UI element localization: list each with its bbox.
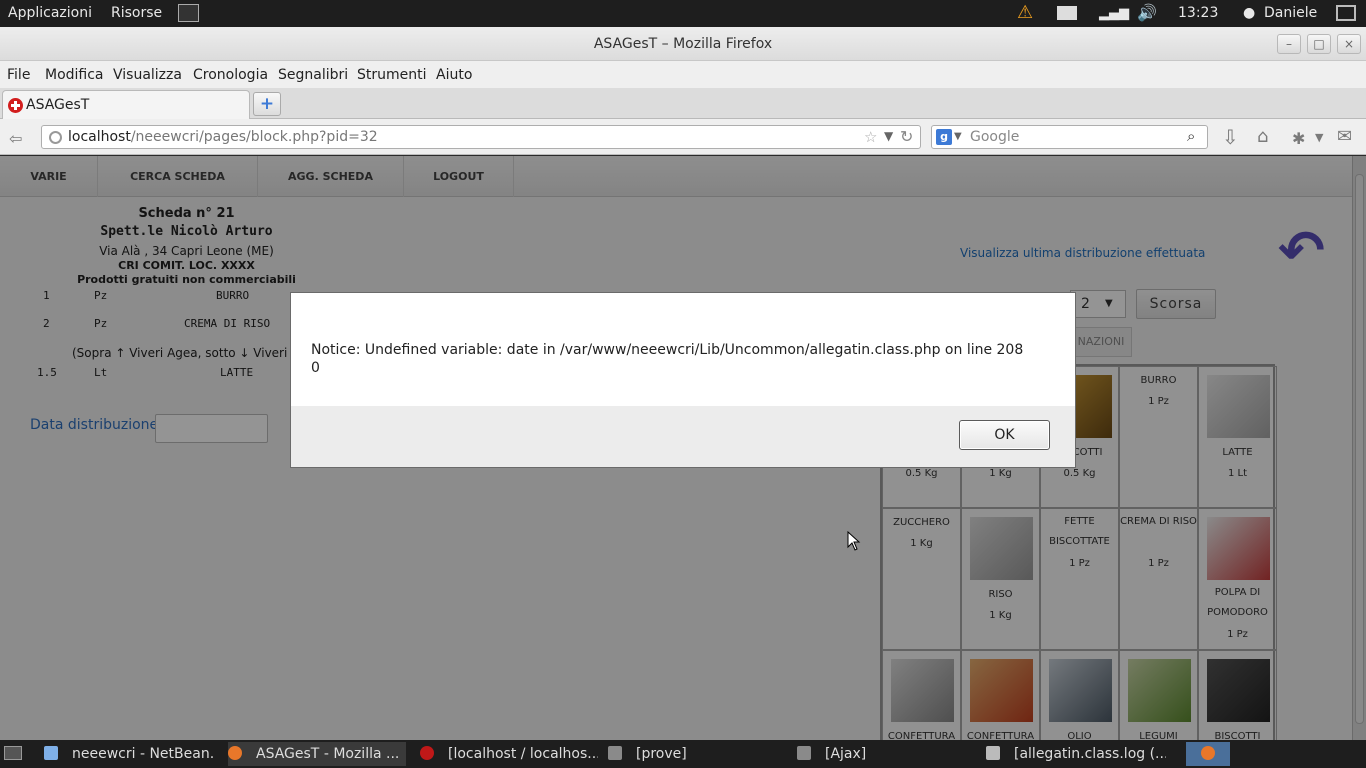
text-editor-icon (986, 746, 1000, 760)
user-icon: ● (1243, 5, 1256, 21)
url-text: localhost/neeewcri/pages/block.php?pid=3… (68, 129, 378, 145)
download-icon[interactable]: ⇩ (1222, 125, 1239, 149)
bookmark-star-icon[interactable]: ☆ (864, 128, 877, 146)
taskbar-firefox-launcher[interactable] (1186, 742, 1230, 766)
chevron-down-icon[interactable]: ▼ (1315, 131, 1323, 144)
menu-aiuto[interactable]: Aiuto (436, 67, 472, 83)
places-menu[interactable]: Risorse (111, 5, 162, 21)
volume-icon[interactable]: 🔊 (1137, 3, 1157, 22)
menu-cronologia[interactable]: Cronologia (193, 67, 268, 83)
folder-icon (797, 746, 811, 760)
addon-icon[interactable]: ✱ (1292, 129, 1305, 148)
menu-segnalibri[interactable]: Segnalibri (278, 67, 348, 83)
user-menu[interactable]: Daniele (1264, 5, 1317, 21)
show-desktop-icon[interactable] (4, 746, 22, 760)
taskbar-netbeans[interactable]: neeewcri - NetBean... (44, 742, 214, 766)
tab-label: ASAGesT (26, 97, 90, 113)
taskbar-text-editor[interactable]: [allegatin.class.log (... (986, 742, 1166, 766)
search-icon[interactable]: ⌕ (1187, 127, 1195, 145)
dialog-body: Notice: Undefined variable: date in /var… (291, 293, 1075, 406)
netbeans-icon (44, 746, 58, 760)
alert-dialog: Notice: Undefined variable: date in /var… (290, 292, 1076, 468)
search-placeholder: Google (970, 129, 1020, 145)
terminal-icon[interactable] (178, 4, 199, 22)
search-bar[interactable]: g ▼ Google ⌕ (931, 125, 1208, 149)
firefox-icon (228, 746, 242, 760)
chevron-down-icon[interactable]: ▼ (954, 131, 962, 142)
menubar: File Modifica Visualizza Cronologia Segn… (0, 61, 1366, 88)
tab-bar: ASAGesT + (0, 88, 1366, 119)
taskbar-firefox[interactable]: ASAGesT - Mozilla ... (228, 742, 406, 766)
google-icon[interactable]: g (936, 129, 952, 145)
minimize-button[interactable]: – (1277, 34, 1301, 54)
mail-icon[interactable] (1057, 6, 1077, 20)
taskbar-prove[interactable]: [prove] (608, 742, 786, 766)
mouse-cursor-icon (847, 531, 861, 551)
window-title: ASAGesT – Mozilla Firefox (593, 36, 773, 52)
url-bar[interactable]: localhost/neeewcri/pages/block.php?pid=3… (41, 125, 921, 149)
taskbar-ajax[interactable]: [Ajax] (797, 742, 975, 766)
menu-file[interactable]: File (7, 67, 30, 83)
globe-icon (49, 131, 62, 144)
applications-menu[interactable]: Applicazioni (8, 5, 92, 21)
firefox-icon (1201, 746, 1215, 760)
clock[interactable]: 13:23 (1178, 5, 1218, 21)
warning-icon[interactable]: ⚠ (1017, 2, 1033, 23)
back-icon[interactable]: ⇦ (9, 129, 22, 148)
menu-visualizza[interactable]: Visualizza (113, 67, 182, 83)
ok-button[interactable]: OK (959, 420, 1050, 450)
dialog-message: Notice: Undefined variable: date in /var… (311, 342, 1024, 376)
chevron-down-icon[interactable]: ▼ (884, 129, 893, 143)
new-tab-button[interactable]: + (253, 92, 281, 116)
maximize-button[interactable]: □ (1307, 34, 1331, 54)
taskbar: neeewcri - NetBean... ASAGesT - Mozilla … (0, 740, 1366, 768)
top-panel: Applicazioni Risorse ⚠ ▂▄▆ 🔊 13:23 ● Dan… (0, 0, 1366, 27)
feedback-icon[interactable]: ✉ (1337, 126, 1352, 147)
signal-icon[interactable]: ▂▄▆ (1099, 6, 1129, 24)
window-titlebar: ASAGesT – Mozilla Firefox – □ × (0, 27, 1366, 61)
home-icon[interactable]: ⌂ (1257, 126, 1268, 147)
opera-icon (420, 746, 434, 760)
menu-modifica[interactable]: Modifica (45, 67, 104, 83)
folder-icon (608, 746, 622, 760)
close-button[interactable]: × (1337, 34, 1361, 54)
red-cross-icon (8, 98, 23, 113)
reload-icon[interactable]: ↻ (900, 127, 913, 146)
monitor-icon[interactable] (1336, 5, 1356, 21)
tab-asagest[interactable]: ASAGesT (2, 90, 250, 119)
taskbar-opera[interactable]: [localhost / localhos... (420, 742, 598, 766)
menu-strumenti[interactable]: Strumenti (357, 67, 427, 83)
navigation-bar: ⇦ localhost/neeewcri/pages/block.php?pid… (0, 119, 1366, 155)
